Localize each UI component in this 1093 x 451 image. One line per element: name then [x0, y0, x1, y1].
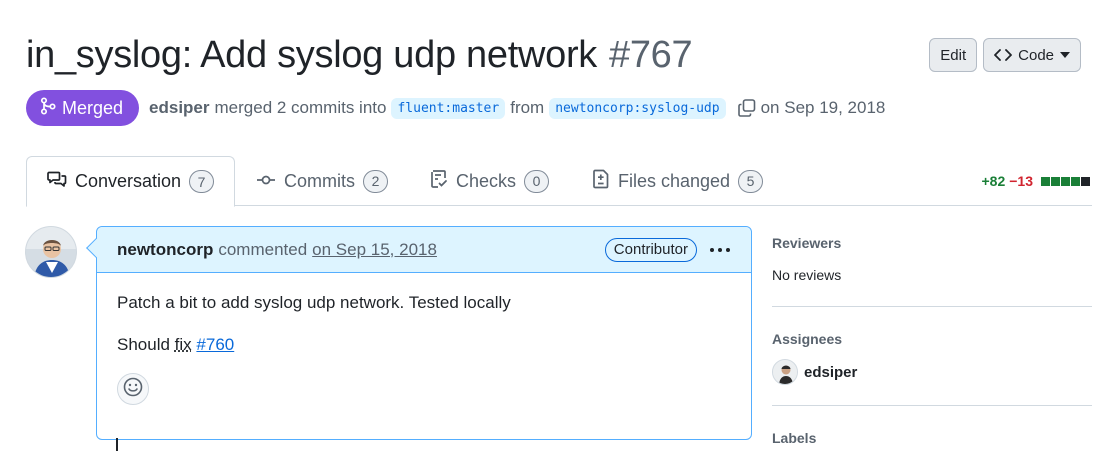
diffstat-block [1071, 176, 1080, 186]
pr-title-row: in_syslog: Add syslog udp network #767 [26, 34, 693, 82]
comment-body: Patch a bit to add syslog udp network. T… [97, 273, 751, 405]
add-reaction-button[interactable] [117, 373, 149, 405]
header-actions: Edit Code [929, 38, 1081, 72]
comment-header: newtoncorp commented on Sep 15, 2018 Con… [97, 227, 751, 273]
comment-text-line: Patch a bit to add syslog udp network. T… [117, 293, 511, 312]
comment-discussion-icon [47, 170, 67, 193]
state-label: Merged [62, 97, 124, 118]
comment-text-line: Should fix #760 [117, 335, 731, 355]
tab-commits-label: Commits [284, 170, 355, 191]
contributor-badge: Contributor [604, 237, 697, 262]
code-icon [994, 48, 1013, 62]
copy-icon[interactable] [737, 98, 757, 118]
diffstat-block [1081, 176, 1090, 186]
issue-link[interactable]: #760 [196, 335, 234, 354]
tab-checks[interactable]: Checks 0 [430, 156, 550, 206]
diffstat-block [1051, 176, 1060, 186]
comment-action: commented [218, 239, 308, 259]
tab-commits[interactable]: Commits 2 [256, 156, 388, 206]
tab-files-changed-label: Files changed [618, 170, 731, 191]
base-branch[interactable]: fluent:master [391, 97, 506, 119]
diffstat[interactable]: +82 −13 [981, 173, 1090, 189]
merged-date: on Sep 19, 2018 [760, 98, 886, 117]
comment-date[interactable]: on Sep 15, 2018 [312, 240, 437, 260]
diffstat-deletions: −13 [1009, 173, 1033, 189]
comment-box: newtoncorp commented on Sep 15, 2018 Con… [86, 226, 752, 440]
labels-section: Labels [772, 406, 1092, 446]
tab-files-changed[interactable]: Files changed 5 [592, 156, 764, 206]
checklist-icon [430, 169, 448, 194]
should-text: Should [117, 335, 170, 354]
commenter-avatar[interactable] [25, 226, 77, 278]
reviewers-value: No reviews [772, 267, 842, 283]
pr-sidebar: Reviewers No reviews Assignees edsiper L… [772, 226, 1092, 446]
merger-author[interactable]: edsiper [149, 98, 209, 118]
tab-commits-count: 2 [363, 169, 388, 193]
git-merge-icon [40, 96, 56, 120]
from-text: from [510, 98, 545, 117]
fix-keyword: fix [174, 335, 192, 354]
head-branch[interactable]: newtoncorp:syslog-udp [549, 97, 726, 119]
code-button[interactable]: Code [983, 38, 1081, 72]
tab-conversation-label: Conversation [75, 171, 182, 191]
diffstat-block [1041, 176, 1050, 186]
diffstat-additions: +82 [981, 173, 1006, 189]
assignees-section: Assignees edsiper [772, 307, 1092, 406]
tab-checks-label: Checks [456, 170, 517, 191]
labels-title[interactable]: Labels [772, 406, 1092, 446]
pr-number: #767 [609, 34, 693, 76]
triangle-down-icon [1060, 52, 1070, 58]
diffstat-block [1061, 176, 1070, 186]
kebab-horizontal-icon[interactable] [709, 247, 731, 253]
code-button-label: Code [1018, 46, 1054, 64]
edit-button[interactable]: Edit [929, 38, 978, 72]
assignee-avatar [772, 359, 798, 385]
reviewers-section: Reviewers No reviews [772, 226, 1092, 307]
tab-files-changed-count: 5 [738, 169, 764, 193]
assignee-name: edsiper [804, 363, 858, 381]
git-commit-icon [256, 171, 276, 192]
tab-conversation-count: 7 [189, 170, 215, 193]
file-diff-icon [592, 169, 610, 194]
pr-tabs: Conversation 7 Commits 2 Checks 0 Files … [26, 156, 1092, 207]
tab-conversation[interactable]: Conversation 7 [26, 156, 236, 207]
pr-meta: Merged edsiper merged 2 commits into flu… [26, 90, 885, 126]
pr-title: in_syslog: Add syslog udp network [26, 34, 597, 76]
reviewers-title[interactable]: Reviewers [772, 226, 1092, 251]
tab-checks-count: 0 [524, 169, 550, 193]
diffstat-bar [1040, 176, 1090, 186]
edit-button-label: Edit [940, 46, 967, 64]
smiley-icon [123, 377, 143, 402]
state-badge: Merged [26, 90, 140, 126]
comment-author[interactable]: newtoncorp [117, 240, 213, 260]
timeline-line [116, 438, 118, 451]
assignee-item[interactable]: edsiper [772, 359, 1092, 385]
assignees-title[interactable]: Assignees [772, 307, 1092, 347]
merge-text: merged 2 commits into [214, 98, 387, 117]
